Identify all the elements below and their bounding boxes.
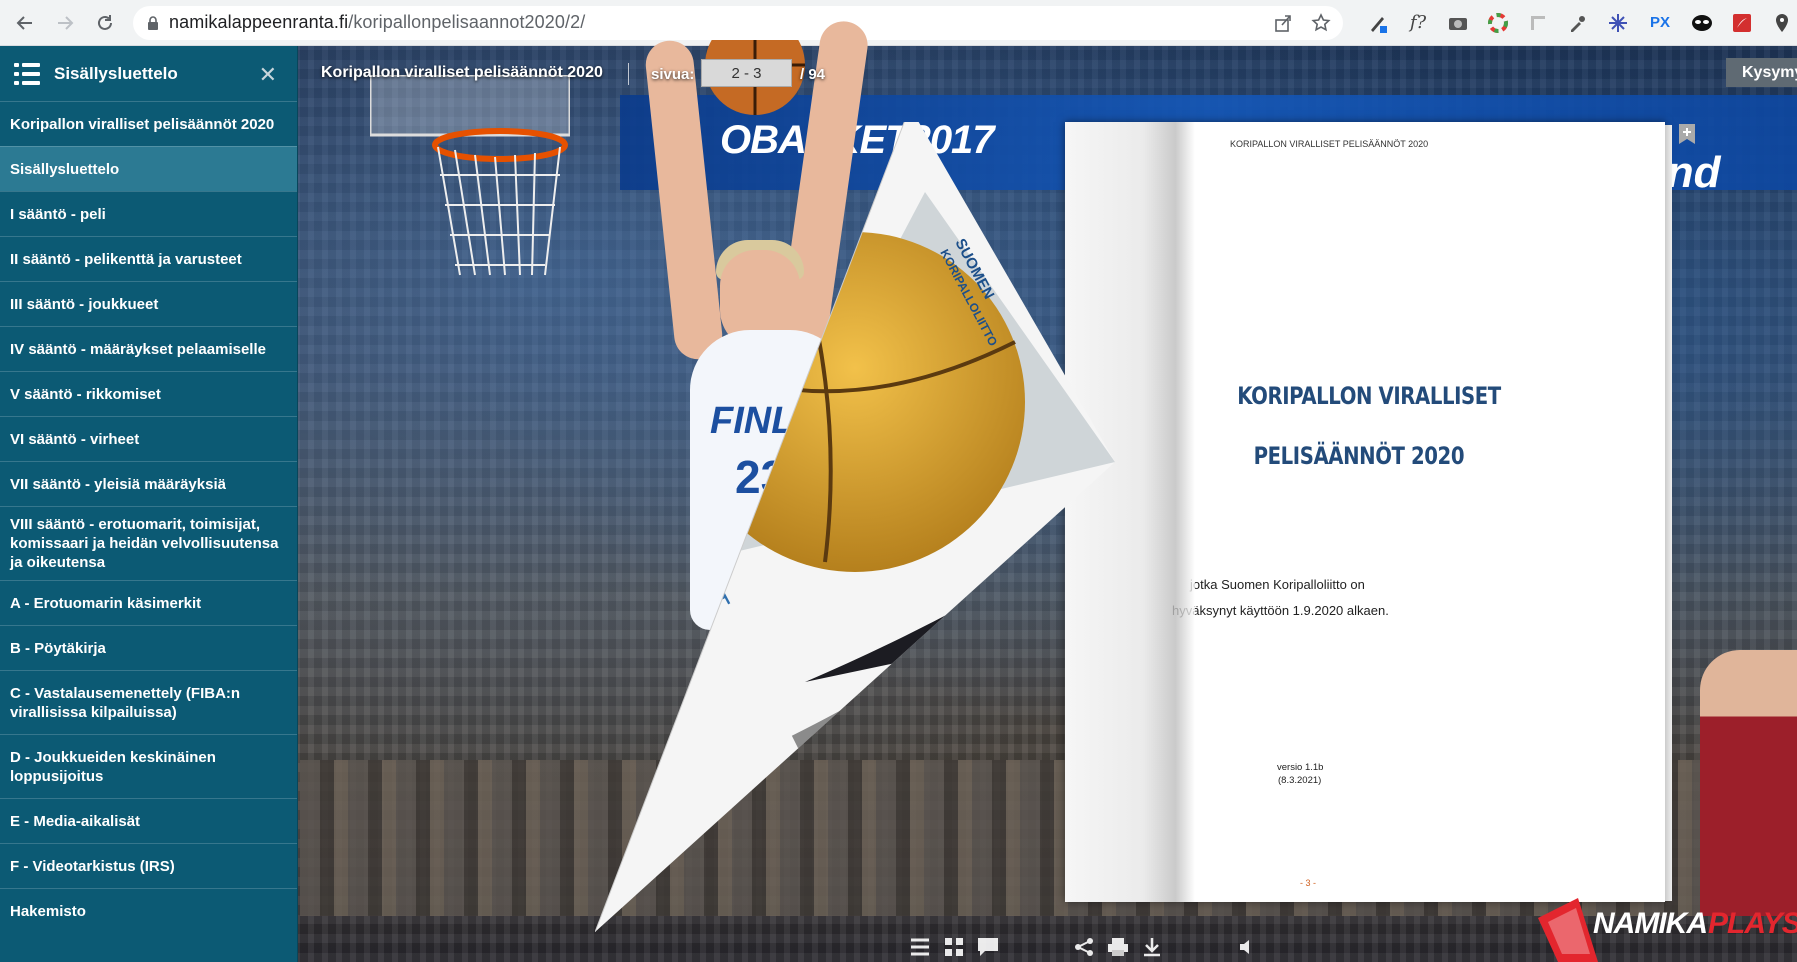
ruler-icon[interactable]	[1527, 12, 1549, 34]
toc-item[interactable]: C - Vastalausemenettely (FIBA:n virallis…	[0, 670, 297, 734]
print-icon[interactable]	[1106, 935, 1130, 959]
arrow-right-icon	[58, 15, 74, 30]
url-text: namikalappeenranta.fi/koripallonpelisaan…	[169, 12, 586, 32]
page-number-input[interactable]	[701, 59, 792, 87]
toc-item[interactable]: F - Videotarkistus (IRS)	[0, 843, 297, 888]
pager-total: / 94	[800, 66, 826, 83]
grid-view-icon[interactable]	[942, 935, 966, 959]
flipbook[interactable]: KORIPALLON VIRALLISET PELISÄÄNNÖT 2020 K…	[595, 122, 1672, 932]
snowflake-icon[interactable]	[1607, 12, 1629, 34]
toc-item[interactable]: I sääntö - peli	[0, 191, 297, 236]
brand-text-plays: PLAYS	[1708, 907, 1797, 940]
viewer-toolbar	[908, 935, 1320, 959]
toc-item[interactable]: B - Pöytäkirja	[0, 625, 297, 670]
toc-title: Sisällysluettelo	[54, 63, 178, 83]
pdf-icon[interactable]	[1731, 12, 1753, 34]
camera-icon[interactable]	[1447, 12, 1469, 34]
header-divider	[628, 63, 629, 85]
close-icon[interactable]: ✕	[259, 62, 277, 88]
list-view-icon[interactable]	[908, 935, 932, 959]
toc-item[interactable]: VIII sääntö - erotuomarit, toimisijat, k…	[0, 506, 297, 580]
star-icon[interactable]	[1311, 12, 1331, 33]
pager-label: sivua:	[651, 66, 695, 83]
reload-button[interactable]	[85, 3, 125, 43]
eyedropper-icon[interactable]	[1567, 12, 1589, 34]
toc-list: Koripallon viralliset pelisäännöt 2020 Si…	[0, 101, 297, 933]
basketball-hoop-icon	[370, 75, 570, 276]
toc-item[interactable]: IV sääntö - määräykset pelaamiselle	[0, 326, 297, 371]
toc-item[interactable]: V sääntö - rikkomiset	[0, 371, 297, 416]
px-extension-icon[interactable]: PX	[1647, 12, 1673, 34]
toc-item[interactable]: III sääntö - joukkueet	[0, 281, 297, 326]
questions-button[interactable]: Kysymykset	[1726, 58, 1797, 87]
toc-item[interactable]: E - Media-aikalisät	[0, 798, 297, 843]
list-menu-icon	[14, 62, 40, 85]
page-curl[interactable]: SUOMEN KORIPALLOLIITTO SET	[595, 122, 1295, 932]
share-icon[interactable]	[1072, 935, 1096, 959]
toc-item[interactable]: Sisällysluettelo	[0, 146, 297, 191]
mask-icon[interactable]	[1691, 12, 1713, 34]
lock-icon	[148, 15, 158, 30]
toc-item[interactable]: Hakemisto	[0, 888, 297, 933]
table-of-contents-panel: Sisällysluettelo ✕ Koripallon viralliset…	[0, 46, 298, 962]
pin-icon[interactable]	[1771, 12, 1793, 34]
toc-item[interactable]: II sääntö - pelikenttä ja varusteet	[0, 236, 297, 281]
reload-icon	[98, 14, 112, 30]
comment-icon[interactable]	[976, 935, 1000, 959]
sound-icon[interactable]	[1236, 935, 1260, 959]
toc-item[interactable]: VII sääntö - yleisiä määräyksiä	[0, 461, 297, 506]
toc-item[interactable]: D - Joukkueiden keskinäinen loppusijoitu…	[0, 734, 297, 798]
toc-item[interactable]: A - Erotuomarin käsimerkit	[0, 580, 297, 625]
forward-button[interactable]	[45, 3, 85, 43]
color-wheel-icon[interactable]	[1487, 12, 1509, 34]
toc-item[interactable]: VI sääntö - virheet	[0, 416, 297, 461]
document-title: Koripallon viralliset pelisäännöt 2020	[321, 64, 603, 81]
browser-toolbar: namikalappeenranta.fi/koripallonpelisaan…	[0, 0, 1797, 46]
arrow-left-icon	[16, 15, 32, 30]
share-icon[interactable]	[1273, 13, 1293, 33]
download-icon[interactable]	[1140, 935, 1164, 959]
toc-item[interactable]: Koripallon viralliset pelisäännöt 2020	[0, 101, 297, 146]
extensions-row: f? PX	[1367, 12, 1793, 34]
bookmark-add-icon[interactable]	[1677, 123, 1697, 150]
brand-text-namika: NAMIKA	[1593, 907, 1708, 940]
toc-header: Sisällysluettelo ✕	[0, 46, 297, 101]
formula-icon[interactable]: f?	[1407, 12, 1429, 34]
opponent-figure	[1700, 650, 1797, 916]
back-button[interactable]	[5, 3, 45, 43]
pen-icon[interactable]	[1367, 12, 1389, 34]
